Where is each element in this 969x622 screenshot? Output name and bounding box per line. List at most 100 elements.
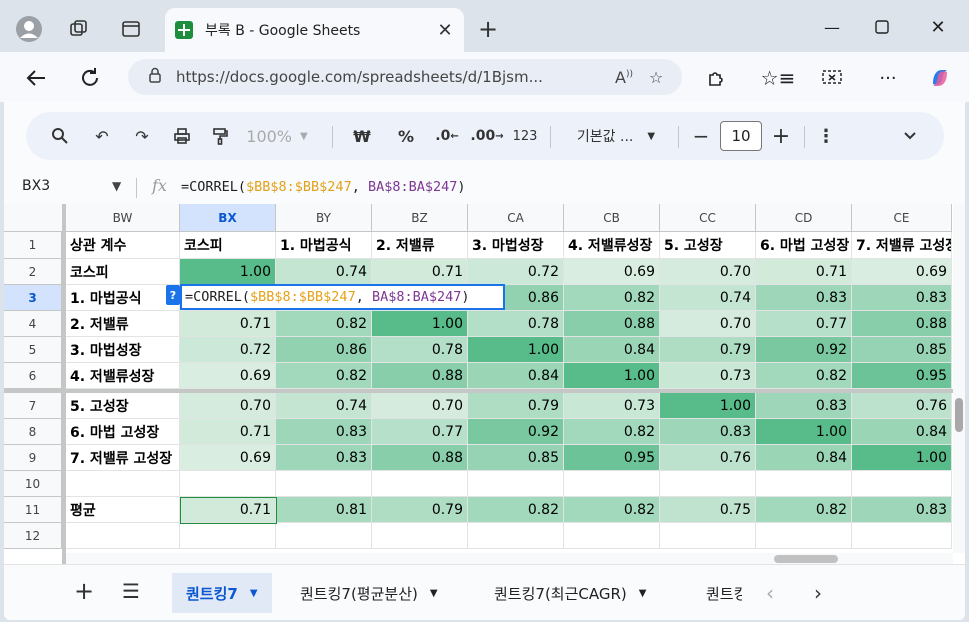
grid-cell[interactable]: 0.83: [756, 285, 852, 311]
print-icon[interactable]: [168, 112, 196, 160]
grid-cell[interactable]: 0.82: [564, 285, 660, 311]
profile-avatar-icon[interactable]: [14, 14, 44, 44]
column-header[interactable]: CC: [660, 204, 756, 232]
grid-cell[interactable]: 0.70: [660, 311, 756, 337]
grid-cell[interactable]: 0.69: [180, 363, 276, 389]
grid-cell[interactable]: 0.73: [660, 363, 756, 389]
url-text[interactable]: https://docs.google.com/spreadsheets/d/1…: [176, 68, 608, 86]
row-header[interactable]: 7: [4, 393, 62, 419]
grid-cell[interactable]: 0.88: [852, 311, 952, 337]
row-header[interactable]: 3: [4, 285, 62, 311]
grid-cell[interactable]: 1. 마법공식: [66, 285, 180, 311]
grid-cell[interactable]: 0.82: [564, 497, 660, 523]
grid-cell[interactable]: 0.74: [660, 285, 756, 311]
grid-cell[interactable]: [468, 471, 564, 497]
grid-cell[interactable]: 0.83: [852, 285, 952, 311]
favorite-star-icon[interactable]: ☆: [640, 68, 672, 87]
grid-cell[interactable]: 0.79: [660, 337, 756, 363]
reload-icon[interactable]: [74, 62, 106, 94]
lock-icon[interactable]: [148, 67, 162, 87]
grid-cell[interactable]: 0.88: [564, 311, 660, 337]
column-header[interactable]: BX: [180, 204, 276, 232]
grid-cell[interactable]: [564, 471, 660, 497]
grid-cell[interactable]: 0.82: [276, 363, 372, 389]
grid-cell[interactable]: 0.76: [660, 445, 756, 471]
grid-cell[interactable]: 평균: [66, 497, 180, 523]
grid-cell[interactable]: 0.72: [468, 259, 564, 285]
column-header[interactable]: BY: [276, 204, 372, 232]
grid-cell[interactable]: 코스피: [66, 259, 180, 285]
grid-cell[interactable]: [852, 471, 952, 497]
row-header[interactable]: 5: [4, 337, 62, 363]
grid-cell[interactable]: 0.88: [372, 445, 468, 471]
grid-cell[interactable]: 0.83: [756, 393, 852, 419]
grid-cell[interactable]: 0.84: [852, 419, 952, 445]
grid-cell[interactable]: [66, 523, 180, 549]
grid-cell[interactable]: 0.84: [468, 363, 564, 389]
vertical-scrollbar[interactable]: [953, 204, 965, 553]
freeze-column-divider[interactable]: [62, 204, 66, 564]
grid-cell[interactable]: 1.00: [468, 337, 564, 363]
grid-cell[interactable]: 0.70: [372, 393, 468, 419]
close-tab-icon[interactable]: ✕: [432, 17, 458, 43]
grid-cell[interactable]: 1.00: [756, 419, 852, 445]
redo-icon[interactable]: ↷: [128, 112, 156, 160]
grid-cell[interactable]: 0.74: [276, 259, 372, 285]
screenshot-icon[interactable]: [816, 62, 848, 94]
more-menu-icon[interactable]: ···: [872, 62, 904, 94]
increase-font-size-button[interactable]: +: [770, 112, 792, 160]
grid-cell[interactable]: 0.82: [564, 419, 660, 445]
sheet-tab-dropdown-icon[interactable]: ▼: [430, 588, 438, 599]
grid-cell[interactable]: 0.70: [180, 393, 276, 419]
increase-decimal-button[interactable]: .00 →: [470, 112, 504, 160]
grid-cell[interactable]: 0.84: [756, 445, 852, 471]
grid-cell[interactable]: [276, 471, 372, 497]
grid-cell[interactable]: [660, 523, 756, 549]
undo-icon[interactable]: ↶: [88, 112, 116, 160]
formula-help-icon[interactable]: ?: [166, 285, 180, 305]
column-header[interactable]: CE: [852, 204, 952, 232]
grid-cell[interactable]: 0.82: [468, 497, 564, 523]
grid-cell[interactable]: [756, 471, 852, 497]
sheet-tab[interactable]: 퀀트킹: [692, 573, 742, 613]
extensions-icon[interactable]: [700, 62, 732, 94]
row-header[interactable]: 10: [4, 471, 62, 497]
grid-cell[interactable]: 0.83: [276, 445, 372, 471]
sheet-tab[interactable]: 퀀트킹7(평균분산) ▼: [286, 573, 452, 613]
scroll-tabs-right-icon[interactable]: ›: [814, 581, 822, 605]
grid-cell[interactable]: 0.77: [372, 419, 468, 445]
grid-cell[interactable]: [372, 471, 468, 497]
cell-editor[interactable]: =CORREL($BB$8:$BB$247, BA$8:BA$247): [180, 284, 505, 310]
grid-cell[interactable]: 4. 저밸류성장: [66, 363, 180, 389]
percent-format-button[interactable]: %: [392, 112, 420, 160]
grid-cell[interactable]: 1.00: [852, 445, 952, 471]
freeze-row-divider[interactable]: [4, 389, 965, 393]
column-header[interactable]: BW: [66, 204, 180, 232]
row-header[interactable]: 11: [4, 497, 62, 523]
grid-cell[interactable]: [180, 471, 276, 497]
sheet-tab-active[interactable]: 퀀트킹7 ▼: [172, 573, 272, 613]
favorites-icon[interactable]: ☆≡: [761, 62, 796, 94]
more-options-icon[interactable]: ⋮: [816, 112, 836, 160]
grid-cell[interactable]: 3. 마법성장: [66, 337, 180, 363]
read-aloud-icon[interactable]: A)): [608, 68, 640, 87]
row-header[interactable]: 6: [4, 363, 62, 389]
minimize-icon[interactable]: —: [812, 12, 852, 42]
zoom-select[interactable]: 100% ▼: [244, 112, 310, 160]
grid-cell[interactable]: 0.85: [852, 337, 952, 363]
grid-cell[interactable]: 0.69: [852, 259, 952, 285]
grid-cell[interactable]: 0.82: [756, 497, 852, 523]
close-window-icon[interactable]: ✕: [918, 12, 958, 42]
grid-cell[interactable]: [852, 523, 952, 549]
grid-cell[interactable]: 0.86: [276, 337, 372, 363]
grid-cell[interactable]: 0.95: [564, 445, 660, 471]
font-size-input[interactable]: 10: [720, 121, 762, 151]
grid-cell[interactable]: 0.71: [372, 259, 468, 285]
row-header[interactable]: 8: [4, 419, 62, 445]
search-menus-icon[interactable]: [44, 112, 76, 160]
grid-cell[interactable]: 2. 저밸류: [66, 311, 180, 337]
row-header[interactable]: 12: [4, 523, 62, 549]
row-header[interactable]: 1: [4, 232, 62, 259]
grid-cell[interactable]: 1.00: [372, 311, 468, 337]
grid-cell[interactable]: 0.70: [660, 259, 756, 285]
